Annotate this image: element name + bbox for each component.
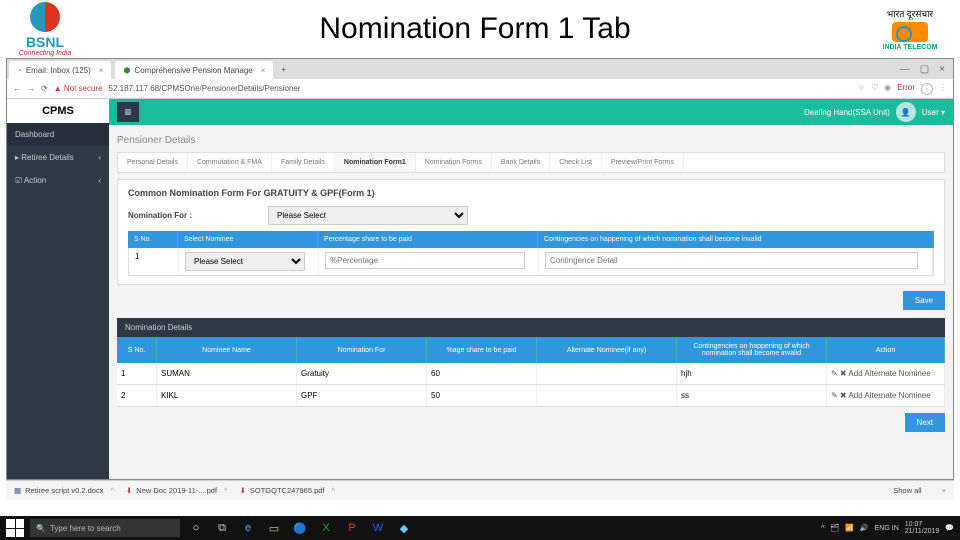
back-icon[interactable]: ← [13, 84, 21, 93]
tray-chevron-icon[interactable]: ^ [821, 525, 824, 532]
sidebar-item-retiree[interactable]: ▸ Retiree Details‹ [7, 146, 109, 169]
explorer-icon[interactable]: ▭ [264, 519, 284, 537]
slide-title: Nomination Form 1 Tab [80, 12, 870, 46]
edge-icon[interactable]: e [238, 519, 258, 537]
download-item[interactable]: ▦Retiree script v0.2.docx^ [14, 486, 114, 495]
dot-logo: भारत दूरसंचार INDIA TELECOM [870, 7, 950, 51]
select-nominee[interactable]: Please Select [185, 252, 305, 271]
extension-error[interactable]: Error [897, 83, 915, 95]
close-icon[interactable]: × [261, 66, 266, 75]
tab-nominationA[interactable]: Nomination Forms [416, 153, 492, 172]
nomination-for-select[interactable]: Please Select [268, 206, 468, 225]
nominee-table-row: 1 Please Select [128, 248, 934, 276]
next-button[interactable]: Next [905, 413, 945, 432]
excel-icon[interactable]: X [316, 519, 336, 537]
clock[interactable]: 10:0721/11/2019 [905, 521, 940, 535]
shield-icon[interactable]: ◉ [884, 83, 891, 95]
start-button[interactable] [6, 519, 24, 537]
tab-bank[interactable]: Bank Details [492, 153, 550, 172]
tab-nomination1[interactable]: Nomination Form1 [335, 153, 416, 172]
downloads-bar: ▦Retiree script v0.2.docx^ ⬇New Doc 2019… [6, 480, 954, 500]
form-heading: Common Nomination Form For GRATUITY & GP… [128, 188, 934, 198]
taskview-icon[interactable]: ⧉ [212, 519, 232, 537]
star-icon[interactable]: ☆ [858, 83, 865, 95]
percentage-input[interactable] [325, 252, 525, 269]
word-icon[interactable]: W [368, 519, 388, 537]
nomination-list-header: Nomination Details [117, 318, 945, 337]
nomination-for-label: Nomination For : [128, 211, 258, 220]
browser-tab-email[interactable]: ◔Email: Inbox (125)× [9, 61, 111, 79]
tab-personal[interactable]: Personal Details [118, 153, 188, 172]
row-actions[interactable]: ✎ ✖ Add Alternate Nominee [831, 369, 931, 378]
close-icon[interactable]: × [942, 486, 946, 495]
url-text[interactable]: 52.187.117.68/CPMSOne/PensionerDetails/P… [109, 84, 852, 93]
maximize-icon[interactable]: ▢ [920, 64, 929, 75]
nomination-row: 1 SUMAN Gratuity 60 hjh ✎ ✖ Add Alternat… [117, 363, 945, 385]
nomination-row: 2 KIKL GPF 50 ss ✎ ✖ Add Alternate Nomin… [117, 385, 945, 407]
taskbar: 🔍Type here to search ○ ⧉ e ▭ 🔵 X P W ◆ ^… [0, 516, 960, 540]
taskbar-search[interactable]: 🔍Type here to search [30, 519, 180, 537]
download-item[interactable]: ⬇New Doc 2019-11-....pdf^ [126, 486, 228, 495]
tab-checklist[interactable]: Check List [550, 153, 602, 172]
sound-icon[interactable]: 🔊 [860, 524, 869, 532]
browser-tab-cpms[interactable]: ⬢Comprehensive Pension Manage× [115, 61, 273, 79]
sidebar-item-action[interactable]: ☑ Action‹ [7, 169, 109, 192]
detail-tabs: Personal Details Commutation & FMA Famil… [117, 152, 945, 173]
user-icon[interactable]: ⋮ [921, 83, 933, 95]
sidebar-item-dashboard[interactable]: Dashboard [7, 123, 109, 146]
powerpoint-icon[interactable]: P [342, 519, 362, 537]
show-all-downloads[interactable]: Show all [893, 486, 921, 495]
nominee-table-header: S No. Select Nominee Percentage share to… [128, 231, 934, 248]
tab-preview[interactable]: Preview/Print Forms [602, 153, 684, 172]
save-button[interactable]: Save [903, 291, 945, 310]
tab-commutation[interactable]: Commutation & FMA [188, 153, 272, 172]
close-icon[interactable]: × [939, 64, 945, 75]
reload-icon[interactable]: ⟳ [41, 84, 48, 93]
avatar-icon[interactable]: 👤 [896, 102, 916, 122]
row-actions[interactable]: ✎ ✖ Add Alternate Nominee [831, 391, 931, 400]
user-role: Dealing Hand(SSA Unit) [804, 108, 890, 117]
tab-family[interactable]: Family Details [272, 153, 335, 172]
minimize-icon[interactable]: — [900, 64, 910, 75]
language-indicator[interactable]: ENG IN [875, 525, 899, 532]
close-icon[interactable]: × [99, 66, 104, 75]
wifi-icon[interactable]: 📶 [845, 524, 854, 532]
heart-icon[interactable]: ♡ [871, 83, 878, 95]
cortana-icon[interactable]: ○ [186, 519, 206, 537]
download-item[interactable]: ⬇SOTGQTC247965.pdf^ [240, 486, 335, 495]
battery-icon[interactable]: 🗂 [830, 524, 839, 532]
menu-icon[interactable]: ⋮ [939, 83, 947, 95]
nomination-list-thead: S No. Nominee Name Nomination For %age s… [117, 337, 945, 363]
page-title: Pensioner Details [117, 131, 945, 152]
security-warning[interactable]: ▲ Not secure [54, 84, 103, 93]
sidebar: CPMS Dashboard ▸ Retiree Details‹ ☑ Acti… [7, 99, 109, 479]
browser-tab-bar: ◔Email: Inbox (125)× ⬢Comprehensive Pens… [7, 59, 953, 79]
notifications-icon[interactable]: 💬 [945, 524, 954, 532]
address-bar: ← → ⟳ ▲ Not secure 52.187.117.68/CPMSOne… [7, 79, 953, 99]
app-brand: CPMS [7, 99, 109, 123]
app-icon[interactable]: ◆ [394, 519, 414, 537]
new-tab-button[interactable]: + [281, 65, 286, 74]
chrome-icon[interactable]: 🔵 [290, 519, 310, 537]
contingency-input[interactable] [545, 252, 918, 269]
search-icon: 🔍 [36, 524, 46, 533]
menu-toggle-icon[interactable]: ≡ [117, 102, 139, 122]
user-menu[interactable]: User ▾ [922, 108, 945, 117]
forward-icon[interactable]: → [27, 84, 35, 93]
top-bar: ≡ Dealing Hand(SSA Unit) 👤 User ▾ [109, 99, 953, 125]
bsnl-logo: BSNL Connecting India [10, 2, 80, 57]
